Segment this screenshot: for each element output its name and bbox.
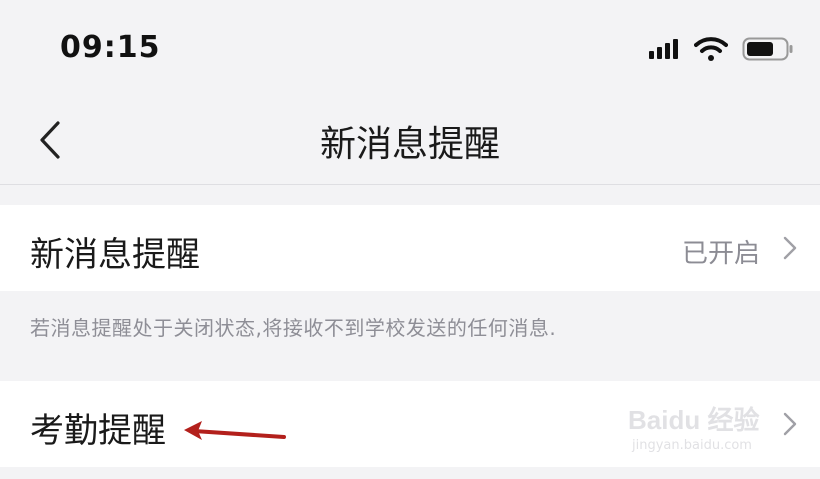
baidu-jingyan-watermark: Baidu 经验 jingyan.baidu.com [628, 380, 778, 460]
status-bar: 09:15 [0, 0, 820, 95]
annotation-arrow-icon [184, 421, 286, 440]
wifi-icon [694, 37, 728, 61]
watermark-brand: Baidu 经验 [628, 405, 760, 435]
new-message-reminder-label: 新消息提醒 [30, 235, 200, 275]
reminder-hint-text: 若消息提醒处于关闭状态,将接收不到学校发送的任何消息. [30, 316, 557, 340]
watermark-url: jingyan.baidu.com [632, 438, 752, 453]
cellular-signal-icon [649, 39, 678, 59]
navigation-bar: 新消息提醒 [0, 95, 820, 185]
chevron-right-icon [783, 412, 797, 436]
new-message-reminder-status: 已开启 [681, 239, 760, 269]
page-title: 新消息提醒 [319, 124, 500, 165]
chevron-right-icon [783, 236, 797, 260]
attendance-reminder-label: 考勤提醒 [30, 411, 166, 451]
status-time: 09:15 [60, 30, 161, 65]
new-message-reminder-row[interactable]: 新消息提醒 已开启 [0, 205, 820, 291]
bottom-spacer [0, 467, 820, 479]
battery-icon [742, 37, 793, 61]
status-icons [648, 36, 794, 62]
